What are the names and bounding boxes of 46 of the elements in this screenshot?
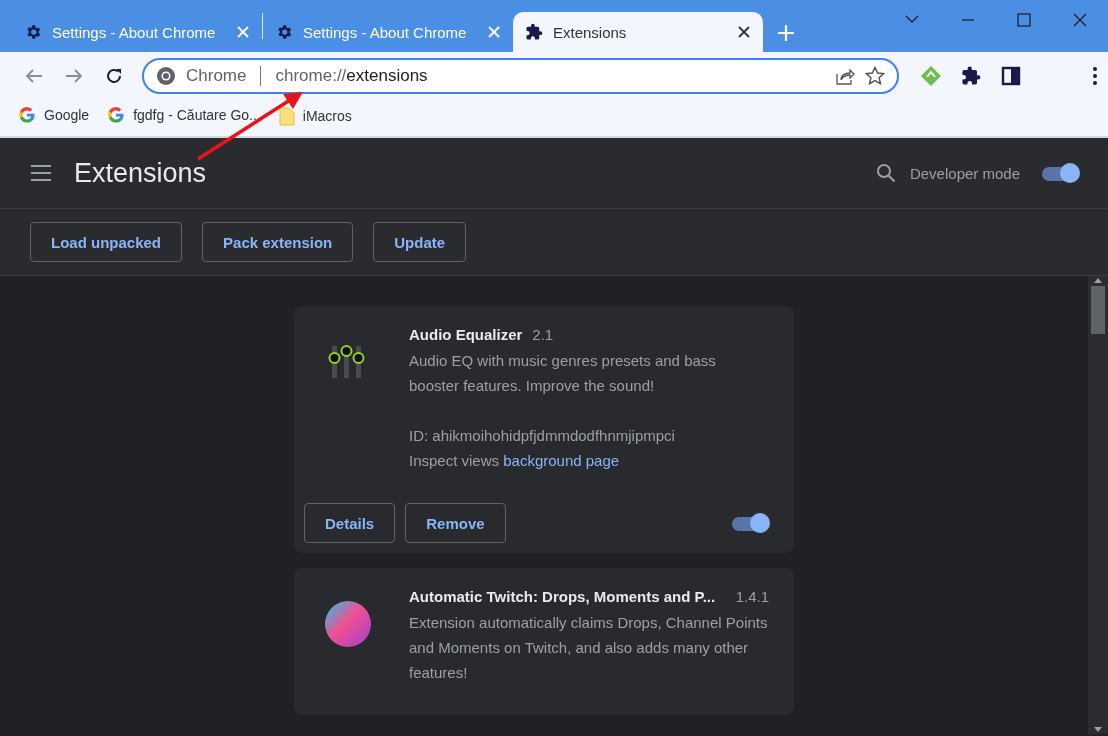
plus-icon[interactable] <box>777 24 795 42</box>
share-icon[interactable] <box>835 66 855 86</box>
extension-version: 1.4.1 <box>735 588 769 605</box>
browser-tab[interactable]: Extensions <box>513 12 763 52</box>
reload-icon[interactable] <box>105 67 123 85</box>
url-text: chrome://extensions <box>275 66 429 86</box>
chrome-logo-icon <box>156 66 176 86</box>
scrollbar-thumb[interactable] <box>1091 286 1105 334</box>
action-button[interactable]: Update <box>373 222 467 262</box>
inspect-views-label: Inspect views <box>409 452 500 469</box>
menu-icon[interactable] <box>30 164 52 182</box>
toggle-switch[interactable] <box>1040 163 1080 183</box>
tab-title: Settings - About Chrome <box>52 23 217 41</box>
extension-version: 2.1 <box>532 326 554 343</box>
google-g-icon <box>18 106 36 124</box>
orb-icon <box>322 598 374 650</box>
forward-arrow-icon[interactable] <box>65 67 83 85</box>
bookmark[interactable]: iMacros <box>278 106 352 126</box>
page-title: Extensions <box>74 157 208 189</box>
scroll-down-icon[interactable] <box>1093 726 1103 734</box>
bookmark[interactable]: fgdfg - Căutare Go... <box>107 106 261 124</box>
action-button[interactable]: Load unpacked <box>30 222 183 262</box>
menu-dots-icon[interactable] <box>1092 66 1098 86</box>
puzzle-icon <box>525 23 543 41</box>
close-icon[interactable] <box>737 25 751 39</box>
action-button[interactable]: Pack extension <box>202 222 354 262</box>
developer-mode-label: Developer mode <box>909 164 1020 182</box>
extension-id: ID: ahikmoihohidpfjdmmdodfhnmjipmpci <box>409 426 676 446</box>
bookmark[interactable]: Google <box>18 106 90 124</box>
search-icon[interactable] <box>875 163 896 183</box>
extension-name: Automatic Twitch: Drops, Moments and P... <box>409 588 716 605</box>
tab-title: Extensions <box>553 23 628 41</box>
google-g-icon <box>107 106 126 124</box>
extension-description: Extension automatically claims Drops, Channel Points and Moments on Twitch, and also adds many other features! <box>409 613 769 683</box>
card-button[interactable]: Remove <box>405 503 506 543</box>
star-icon[interactable] <box>865 66 885 86</box>
background-page-link[interactable]: background page <box>503 452 620 469</box>
tab-title: Settings - About Chrome <box>303 23 468 41</box>
folder-icon <box>278 106 295 126</box>
back-arrow-icon[interactable] <box>25 67 43 85</box>
address-bar[interactable]: Chrome chrome://extensions <box>142 58 899 94</box>
toggle-switch[interactable] <box>730 513 770 533</box>
card-button[interactable]: Details <box>304 503 396 543</box>
extension-description: Audio EQ with music genres presets and bass booster features. Improve the sound! <box>409 351 717 396</box>
extension-name: Audio Equalizer <box>409 326 523 343</box>
site-label: Chrome <box>186 66 247 86</box>
